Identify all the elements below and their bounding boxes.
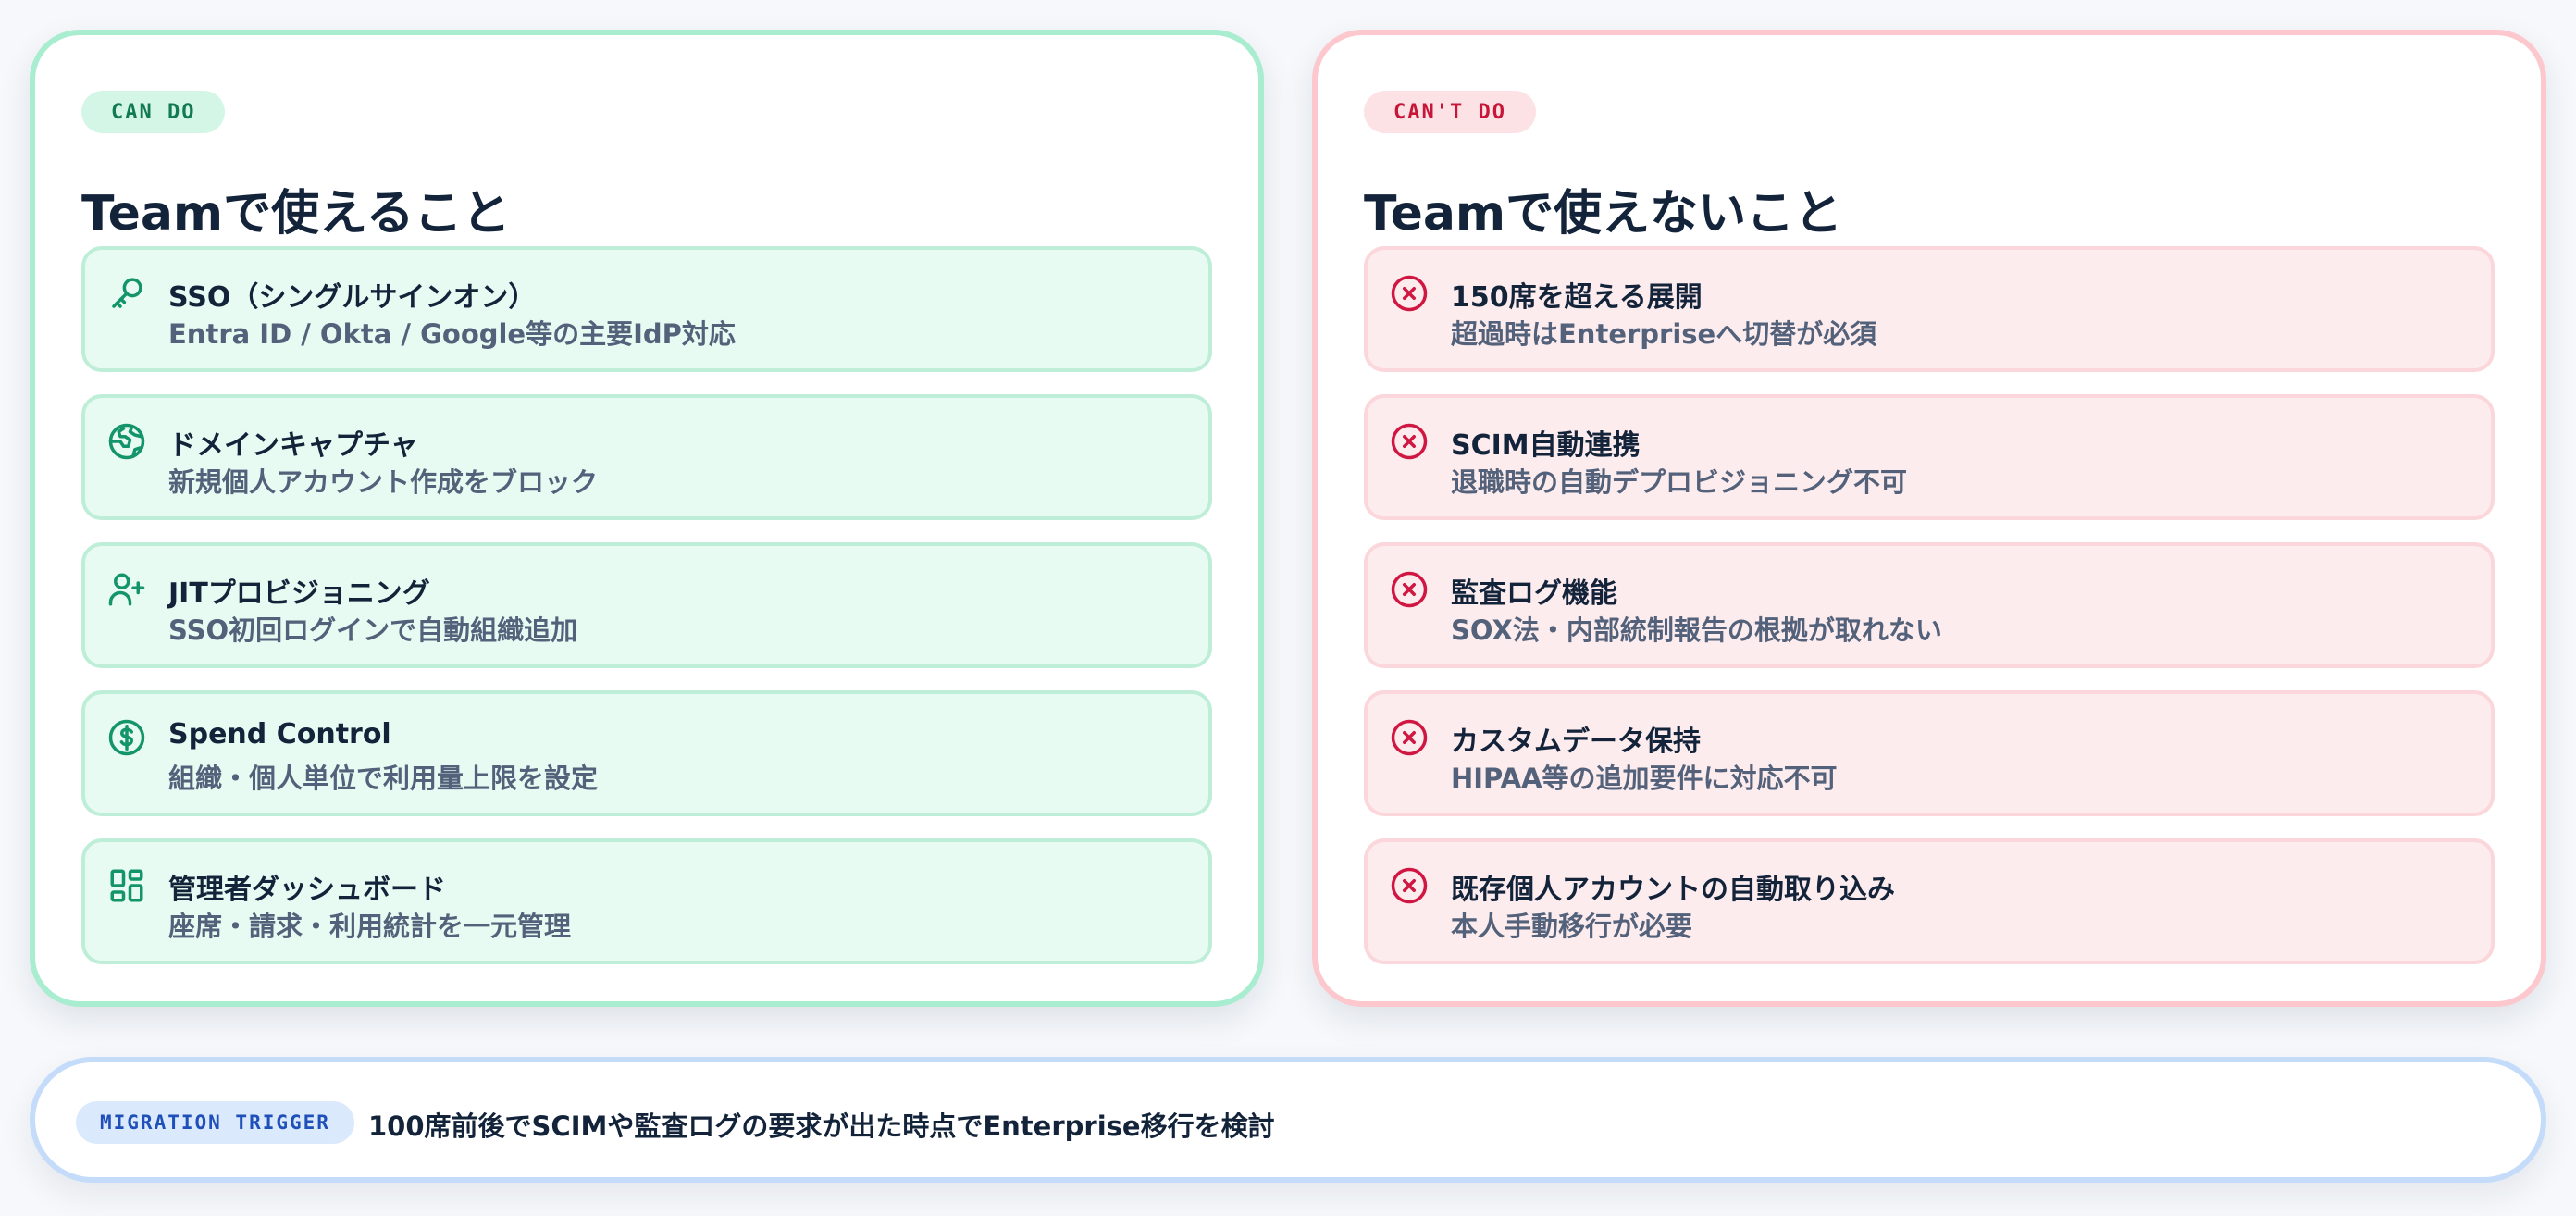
can-item-admin-dashboard: 管理者ダッシュボード 座席・請求・利用統計を一元管理 [81,838,1212,964]
migration-trigger-text: 100席前後でSCIMや監査ログの要求が出た時点でEnterprise移行を検討 [368,1111,1275,1142]
globe-icon [107,422,146,461]
item-label: Spend Control [168,718,391,751]
can-item-jit: JITプロビジョニング SSO初回ログインで自動組織追加 [81,542,1212,668]
migration-trigger-bar: MIGRATION TRIGGER 100席前後でSCIMや監査ログの要求が出た… [30,1057,2546,1183]
cant-item-audit-log: 監査ログ機能 SOX法・内部統制報告の根拠が取れない [1364,542,2495,668]
item-description: SSO初回ログインで自動組織追加 [168,614,578,646]
can-item-spend-control: Spend Control 組織・個人単位で利用量上限を設定 [81,690,1212,816]
dashboard-icon [107,866,146,905]
item-label: ドメインキャプチャ [168,429,418,462]
item-description: 座席・請求・利用統計を一元管理 [168,911,572,942]
item-label: カスタムデータ保持 [1451,726,1701,758]
item-label: SCIM自動連携 [1451,429,1641,462]
item-description: 本人手動移行が必要 [1451,911,1693,942]
migration-trigger-badge: MIGRATION TRIGGER [76,1101,354,1144]
x-circle-icon [1390,422,1429,461]
item-description: 超過時はEnterpriseへ切替が必須 [1451,318,1877,350]
can-do-badge: CAN DO [81,91,226,133]
can-do-title: Teamで使えること [81,186,511,242]
cant-item-seat-limit: 150席を超える展開 超過時はEnterpriseへ切替が必須 [1364,246,2495,372]
cant-do-title: Teamで使えないこと [1364,186,1843,242]
item-description: HIPAA等の追加要件に対応不可 [1451,763,1838,794]
cant-item-data-retention: カスタムデータ保持 HIPAA等の追加要件に対応不可 [1364,690,2495,816]
x-circle-icon [1390,274,1429,313]
cant-item-scim: SCIM自動連携 退職時の自動デプロビジョニング不可 [1364,394,2495,520]
item-label: 既存個人アカウントの自動取り込み [1451,874,1895,906]
cant-do-badge: CAN'T DO [1364,91,1536,133]
can-item-domain-capture: ドメインキャプチャ 新規個人アカウント作成をブロック [81,394,1212,520]
item-label: 監査ログ機能 [1451,577,1617,610]
dollar-circle-icon [107,718,146,757]
user-plus-icon [107,570,146,609]
item-label: 管理者ダッシュボード [168,874,446,906]
item-description: 退職時の自動デプロビジョニング不可 [1451,466,1908,498]
x-circle-icon [1390,718,1429,757]
item-description: 新規個人アカウント作成をブロック [168,466,599,498]
can-do-panel: CAN DO Teamで使えること SSO（シングルサインオン） Entra I… [30,30,1264,1007]
cant-item-account-import: 既存個人アカウントの自動取り込み 本人手動移行が必要 [1364,838,2495,964]
cant-do-panel: CAN'T DO Teamで使えないこと 150席を超える展開 超過時はEnte… [1312,30,2546,1007]
item-description: 組織・個人単位で利用量上限を設定 [168,763,599,794]
item-label: JITプロビジョニング [168,577,430,610]
item-label: SSO（シングルサインオン） [168,281,537,314]
can-item-sso: SSO（シングルサインオン） Entra ID / Okta / Google等… [81,246,1212,372]
item-label: 150席を超える展開 [1451,281,1703,314]
x-circle-icon [1390,570,1429,609]
x-circle-icon [1390,866,1429,905]
item-description: SOX法・内部統制報告の根拠が取れない [1451,614,1942,646]
key-icon [107,274,146,313]
item-description: Entra ID / Okta / Google等の主要IdP対応 [168,318,736,350]
